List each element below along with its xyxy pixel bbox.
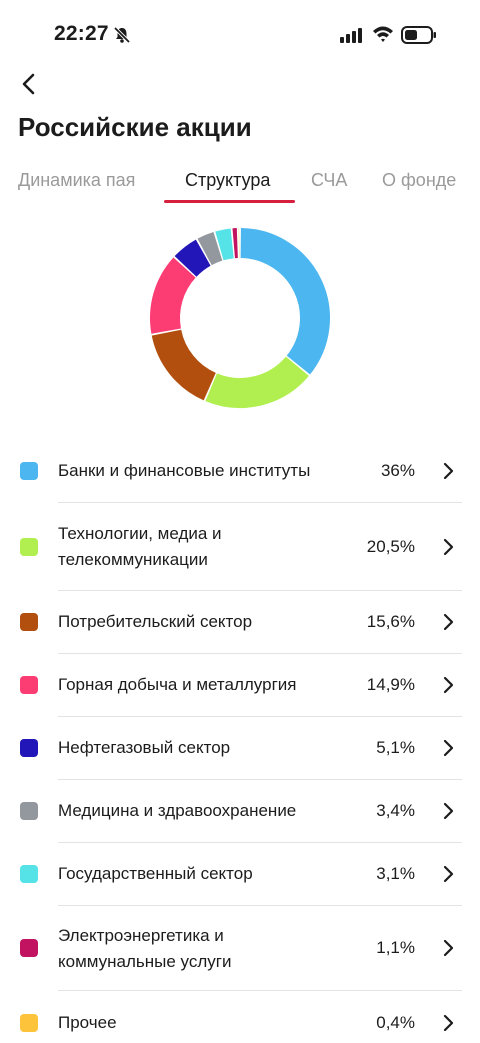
sector-color-swatch	[20, 802, 38, 820]
sector-row-healthcare[interactable]: Медицина и здравоохранение 3,4%	[0, 780, 480, 842]
sector-label: Электроэнергетика и коммунальные услуги	[58, 926, 232, 971]
donut-segment	[197, 231, 223, 266]
sector-label: Прочее	[58, 1013, 117, 1032]
donut-segment	[215, 228, 235, 261]
tab-about-fund[interactable]: О фонде	[382, 170, 456, 191]
sector-label: Банки и финансовые институты	[58, 461, 311, 480]
chevron-right-icon	[443, 1014, 454, 1032]
sector-color-swatch	[20, 1014, 38, 1032]
sector-label: Горная добыча и металлургия	[58, 675, 297, 694]
donut-segment	[174, 239, 212, 278]
sector-row-government[interactable]: Государственный сектор 3,1%	[0, 843, 480, 905]
donut-segment	[151, 329, 217, 401]
chevron-right-icon	[443, 676, 454, 694]
sector-row-utilities[interactable]: Электроэнергетика и коммунальные услуги …	[0, 906, 480, 990]
sector-row-tmt[interactable]: Технологии, медиа и телекоммуникации 20,…	[0, 503, 480, 590]
sector-row-mining[interactable]: Горная добыча и металлургия 14,9%	[0, 654, 480, 716]
sector-label: Технологии, медиа и телекоммуникации	[58, 524, 222, 569]
back-chevron-icon[interactable]	[14, 68, 46, 100]
sector-color-swatch	[20, 613, 38, 631]
wifi-icon	[373, 26, 393, 42]
sector-color-swatch	[20, 462, 38, 480]
sector-percent: 1,1%	[376, 938, 415, 957]
sector-color-swatch	[20, 939, 38, 957]
tab-nav[interactable]: СЧА	[311, 170, 347, 191]
sector-row-oil-gas[interactable]: Нефтегазовый сектор 5,1%	[0, 717, 480, 779]
sector-row-other[interactable]: Прочее 0,4%	[0, 991, 480, 1043]
tab-dynamics[interactable]: Динамика пая	[18, 170, 135, 191]
sector-color-swatch	[20, 865, 38, 883]
chevron-right-icon	[443, 613, 454, 631]
chevron-right-icon	[443, 802, 454, 820]
page-title: Российские акции	[18, 112, 252, 142]
sector-label: Потребительский сектор	[58, 612, 253, 631]
sector-percent: 36%	[380, 461, 415, 480]
sector-row-banks[interactable]: Банки и финансовые институты 36%	[0, 440, 480, 502]
battery-icon	[401, 26, 436, 44]
sector-label: Медицина и здравоохранение	[58, 801, 297, 820]
sector-percent: 3,4%	[376, 801, 415, 820]
chevron-right-icon	[443, 939, 454, 957]
chevron-right-icon	[443, 462, 454, 480]
tab-structure[interactable]: Структура	[185, 170, 270, 191]
donut-segment	[240, 228, 330, 375]
chevron-right-icon	[443, 865, 454, 883]
sector-label: Нефтегазовый сектор	[58, 738, 231, 757]
sector-percent: 5,1%	[376, 738, 415, 757]
tab-bar: Динамика пая Структура СЧА О фонде	[0, 160, 480, 206]
sector-label: Государственный сектор	[58, 864, 253, 883]
chevron-right-icon	[443, 739, 454, 757]
sector-color-swatch	[20, 739, 38, 757]
chevron-right-icon	[443, 538, 454, 556]
sector-percent: 14,9%	[366, 675, 415, 694]
sector-color-swatch	[20, 676, 38, 694]
sector-percent: 3,1%	[376, 864, 415, 883]
structure-donut-chart	[150, 228, 330, 408]
donut-segment	[150, 257, 197, 334]
status-time: 22:27	[54, 22, 109, 45]
status-bar: 22:27	[0, 0, 480, 62]
sector-percent: 20,5%	[366, 537, 415, 556]
donut-segment	[205, 356, 309, 408]
sector-percent: 15,6%	[366, 612, 415, 631]
sector-color-swatch	[20, 538, 38, 556]
cellular-signal-icon	[340, 28, 362, 43]
sector-percent: 0,4%	[376, 1013, 415, 1032]
bell-muted-icon	[113, 26, 131, 44]
active-tab-indicator	[164, 200, 295, 203]
sector-row-consumer[interactable]: Потребительский сектор 15,6%	[0, 591, 480, 653]
